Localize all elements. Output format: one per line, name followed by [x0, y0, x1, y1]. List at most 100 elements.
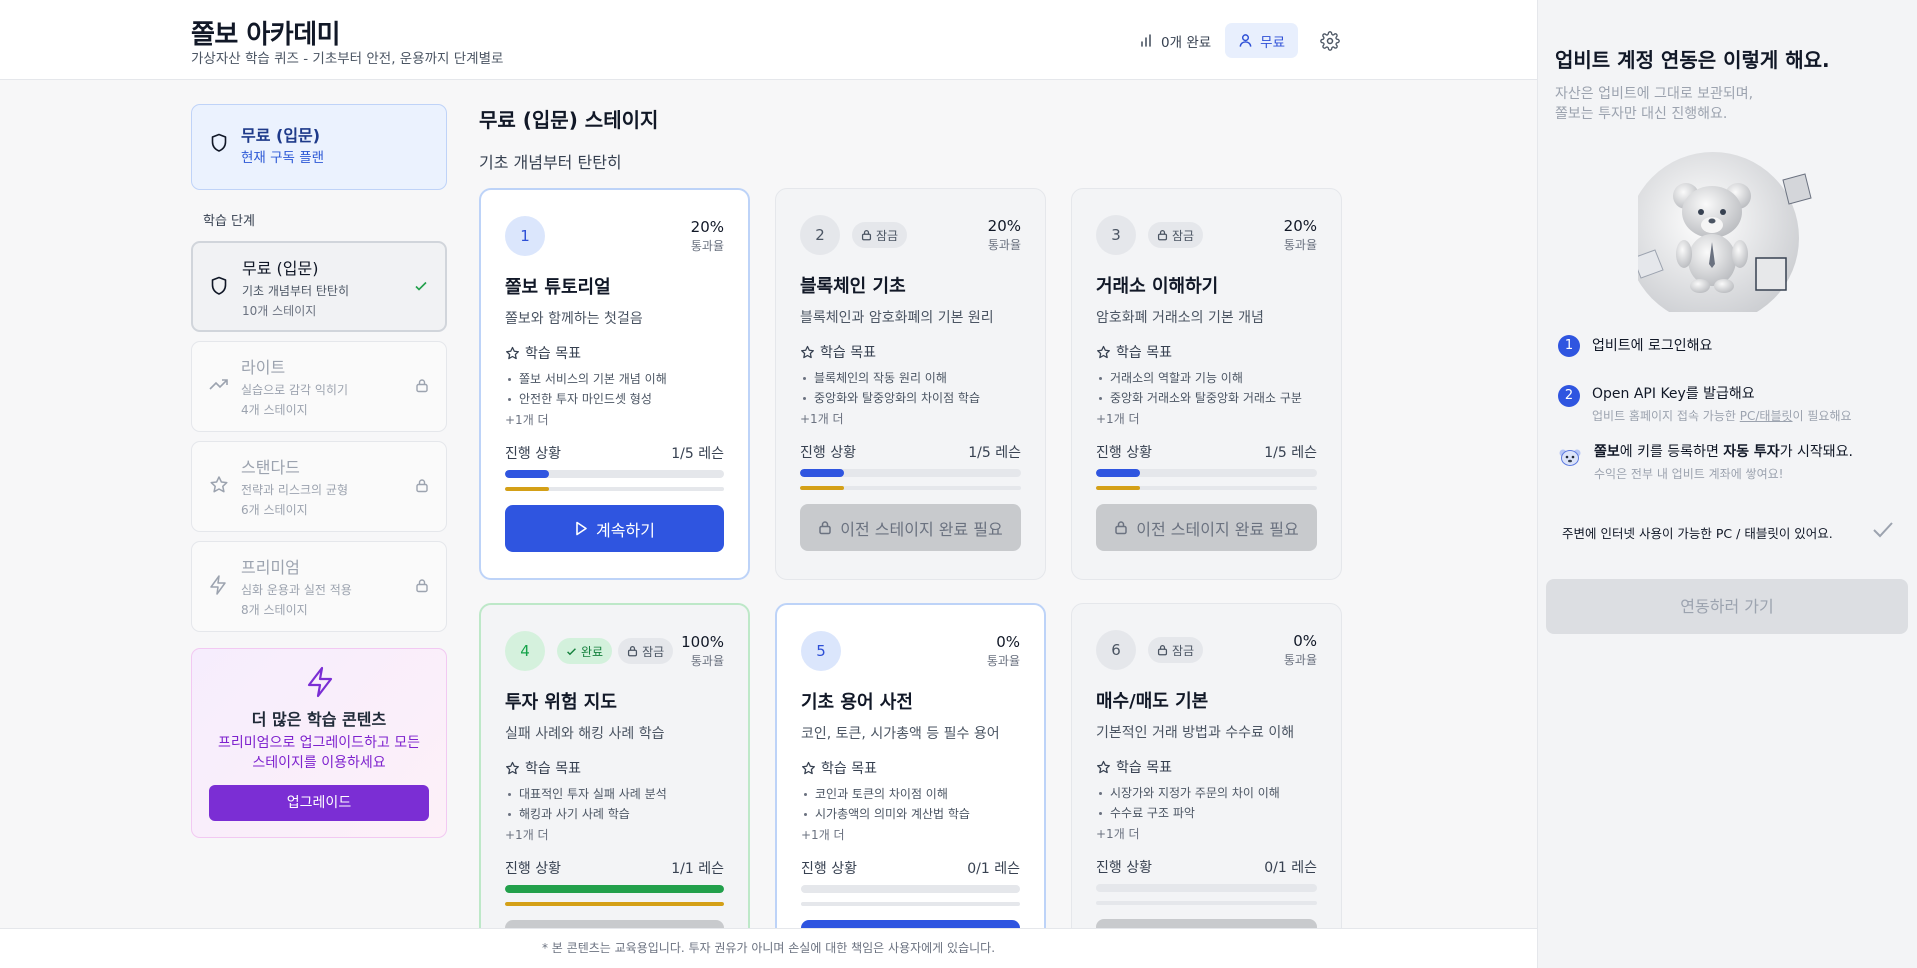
- step-count: 4개 스테이지: [241, 403, 308, 417]
- progress-row: 진행 상황 1/1 레슨: [505, 861, 724, 877]
- star-icon: [802, 761, 815, 774]
- goal-item: 수수료 구조 파악: [1098, 803, 1280, 823]
- progress-row: 진행 상황 1/5 레슨: [800, 445, 1021, 461]
- goal-list: 코인과 토큰의 차이점 이해 시가총액의 의미와 계산법 학습: [803, 784, 970, 824]
- user-icon: [1239, 34, 1252, 47]
- star-icon: [506, 761, 519, 774]
- goal-list: 쫄보 서비스의 기본 개념 이해 안전한 투자 마인드셋 형성: [507, 369, 667, 409]
- pass-rate: 0% 통과율: [986, 633, 1020, 668]
- mascot-illustration: [1638, 150, 1818, 312]
- stage-card-4[interactable]: 4 완료 잠금 100% 통과율 투자 위험 지도 실패 사례와 해킹 사례 학습…: [479, 603, 750, 968]
- panel-subtitle: 자산은 업비트에 그대로 보관되며, 쫄보는 투자만 대신 진행해요.: [1555, 86, 1754, 122]
- step-standard[interactable]: 스탠다드 전략과 리스크의 균형 6개 스테이지: [191, 441, 447, 532]
- panel-title: 업비트 계정 연동은 이렇게 해요.: [1555, 48, 1830, 72]
- stage-card-desc: 암호화폐 거래소의 기본 개념: [1096, 310, 1264, 326]
- stage-card-1[interactable]: 1 20% 통과율 쫄보 튜토리얼 쫄보와 함께하는 첫걸음 학습 목표 쫄보 서…: [479, 188, 750, 580]
- goal-item: 시장가와 지정가 주문의 차이 이해: [1098, 783, 1280, 803]
- app-subtitle: 가상자산 학습 퀴즈 - 기초부터 안전, 운용까지 단계별로: [191, 51, 504, 67]
- pc-tablet-link[interactable]: PC/태블릿: [1740, 409, 1793, 423]
- completed-count-label: 0개 완료: [1161, 34, 1212, 51]
- completed-count: 0개 완료: [1139, 31, 1211, 51]
- current-plan-card: 무료 (입문) 현재 구독 플랜: [191, 104, 447, 190]
- steps-label: 학습 단계: [203, 214, 255, 229]
- more-goals: +1개 더: [1096, 827, 1140, 841]
- step-premium[interactable]: 프리미엄 심화 운용과 실전 적용 8개 스테이지: [191, 541, 447, 632]
- step-lite[interactable]: 라이트 실습으로 감각 익히기 4개 스테이지: [191, 341, 447, 432]
- plan-button[interactable]: 무료: [1225, 23, 1298, 58]
- stage-card-6[interactable]: 6 잠금 0% 통과율 매수/매도 기본 기본적인 거래 방법과 수수료 이해 학…: [1071, 603, 1342, 968]
- footer-disclaimer: * 본 콘텐츠는 교육용입니다. 투자 권유가 아니며 손실에 대한 책임은 사…: [0, 928, 1537, 968]
- stage-number: 4: [505, 631, 545, 671]
- panel-step-desc: 수익은 전부 내 업비트 계좌에 쌓여요!: [1594, 467, 1784, 481]
- learning-goal-heading: 학습 목표: [801, 758, 877, 778]
- settings-gear-icon[interactable]: [1320, 30, 1340, 51]
- locked-chip: 잠금: [618, 638, 674, 664]
- progress-bar: [1096, 469, 1317, 477]
- goal-item: 시가총액의 의미와 계산법 학습: [803, 804, 970, 824]
- checkbox-check-icon[interactable]: [1872, 521, 1894, 539]
- app-title: 쫄보 아카데미: [191, 20, 341, 50]
- stage-number: 1: [505, 216, 545, 256]
- progress-bar-secondary: [1096, 486, 1317, 490]
- step-name: 라이트: [241, 358, 286, 377]
- panel-step-text: 업비트에 로그인해요: [1592, 338, 1713, 354]
- panel-step-text: 쫄보에 키를 등록하면 자동 투자가 시작돼요.: [1594, 444, 1853, 460]
- step-desc: 전략과 리스크의 균형: [241, 483, 348, 497]
- stage-card-title: 기초 용어 사전: [801, 692, 913, 713]
- step-desc: 기초 개념부터 탄탄히: [242, 284, 349, 298]
- pass-rate: 20% 통과율: [1283, 217, 1317, 252]
- shield-icon: [211, 276, 227, 295]
- goal-list: 대표적인 투자 실패 사례 분석 해킹과 사기 사례 학습: [507, 784, 667, 824]
- device-checkbox-row[interactable]: 주변에 인터넷 사용이 가능한 PC / 태블릿이 있어요.: [1562, 521, 1902, 542]
- learning-goal-heading: 학습 목표: [505, 758, 581, 778]
- stage-card-3[interactable]: 3 잠금 20% 통과율 거래소 이해하기 암호화폐 거래소의 기본 개념 학습 …: [1071, 188, 1342, 580]
- stage-card-2[interactable]: 2 잠금 20% 통과율 블록체인 기초 블록체인과 암호화폐의 기본 원리 학습…: [775, 188, 1046, 580]
- goal-list: 시장가와 지정가 주문의 차이 이해 수수료 구조 파악: [1098, 783, 1280, 823]
- upgrade-button[interactable]: 업그레이드: [209, 785, 429, 821]
- more-goals: +1개 더: [1096, 412, 1140, 426]
- current-plan-caption: 현재 구독 플랜: [241, 150, 325, 166]
- star-icon: [801, 345, 814, 358]
- stage-card-5[interactable]: 5 0% 통과율 기초 용어 사전 코인, 토큰, 시가총액 등 필수 용어 학습…: [775, 603, 1046, 968]
- more-goals: +1개 더: [800, 412, 844, 426]
- stage-card-desc: 코인, 토큰, 시가총액 등 필수 용어: [801, 726, 1000, 742]
- progress-bar-secondary: [1096, 901, 1317, 905]
- bolt-icon: [307, 666, 333, 698]
- panel-step-text: Open API Key를 발급해요: [1592, 386, 1755, 402]
- progress-bar: [1096, 884, 1317, 892]
- progress-row: 진행 상황 0/1 레슨: [801, 861, 1020, 877]
- step-number-2: 2: [1558, 385, 1580, 407]
- stage-card-title: 거래소 이해하기: [1096, 276, 1219, 297]
- panel-step-1: 1 업비트에 로그인해요: [1558, 335, 1712, 357]
- step-name: 프리미엄: [241, 558, 300, 577]
- stage-subtitle: 기초 개념부터 탄탄히: [479, 153, 622, 172]
- progress-bar-secondary: [505, 902, 724, 906]
- more-goals: +1개 더: [801, 828, 845, 842]
- goal-item: 안전한 투자 마인드셋 형성: [507, 389, 667, 409]
- locked-chip: 잠금: [1148, 222, 1204, 248]
- learning-goal-heading: 학습 목표: [1096, 342, 1172, 362]
- progress-bar-secondary: [801, 902, 1020, 906]
- step-count: 8개 스테이지: [241, 603, 308, 617]
- check-icon: [567, 647, 576, 655]
- lock-icon: [416, 379, 428, 393]
- locked-stage-button[interactable]: 이전 스테이지 완료 필요: [800, 504, 1021, 551]
- sidebar: 무료 (입문) 현재 구독 플랜 학습 단계 무료 (입문) 기초 개념부터 탄…: [191, 104, 447, 838]
- pass-rate: 20% 통과율: [690, 218, 724, 253]
- link-account-button[interactable]: 연동하러 가기: [1546, 579, 1908, 634]
- step-free[interactable]: 무료 (입문) 기초 개념부터 탄탄히 10개 스테이지: [191, 241, 447, 332]
- panel-step-desc: 업비트 홈페이지 접속 가능한 PC/태블릿이 필요해요: [1592, 409, 1852, 423]
- more-goals: +1개 더: [505, 828, 549, 842]
- goal-item: 중앙화와 탈중앙화의 차이점 학습: [802, 388, 980, 408]
- panel-step-3: 쫄보에 키를 등록하면 자동 투자가 시작돼요. 수익은 전부 내 업비트 계좌…: [1558, 441, 1853, 482]
- trending-up-icon: [209, 379, 228, 390]
- current-plan-name: 무료 (입문): [241, 126, 321, 145]
- continue-button[interactable]: 계속하기: [505, 505, 724, 552]
- pass-rate: 0% 통과율: [1283, 632, 1317, 667]
- step-name: 스탠다드: [241, 458, 300, 477]
- lock-icon: [819, 521, 832, 535]
- step-count: 10개 스테이지: [242, 304, 317, 318]
- locked-stage-button[interactable]: 이전 스테이지 완료 필요: [1096, 504, 1317, 551]
- bolt-icon: [210, 575, 226, 595]
- step-count: 6개 스테이지: [241, 503, 308, 517]
